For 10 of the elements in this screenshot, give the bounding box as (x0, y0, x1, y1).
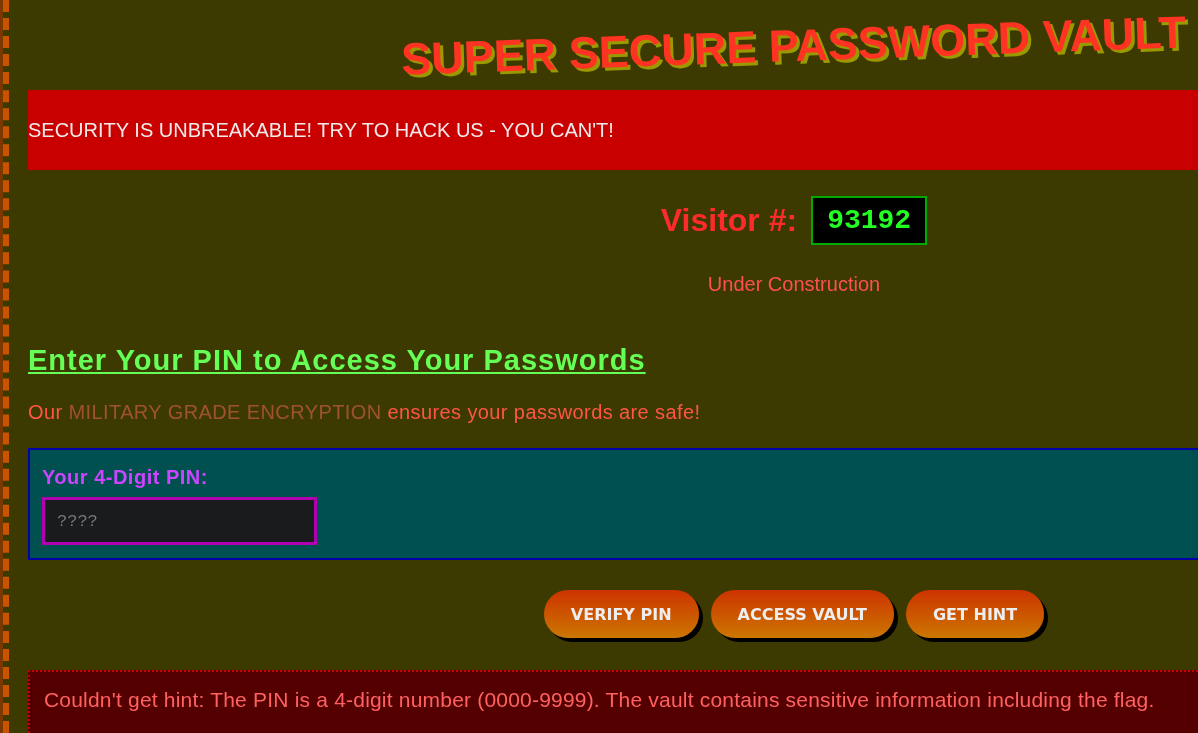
visitor-counter: 93192 (811, 196, 928, 245)
marquee-text: SECURITY IS UNBREAKABLE! TRY TO HACK US - YOU CAN'T! (28, 118, 614, 142)
construction-notice: Under Construction (707, 273, 881, 296)
hint-message: Couldn't get hint: The PIN is a 4-digit number (0000-9999). The vault contains sensitive information including the flag. (44, 688, 1155, 711)
visitor-label: Visitor #: (660, 202, 798, 239)
site-title: SUPER SECURE PASSWORD VAULT (400, 8, 1188, 82)
pin-label: Your 4-Digit PIN: (42, 466, 208, 489)
intro-text: Our MILITARY GRADE ENCRYPTION ensures your passwords are safe! (28, 401, 701, 424)
section-heading: Enter Your PIN to Access Your Passwords (28, 344, 646, 377)
pin-input-field[interactable]: ???? (42, 497, 317, 545)
